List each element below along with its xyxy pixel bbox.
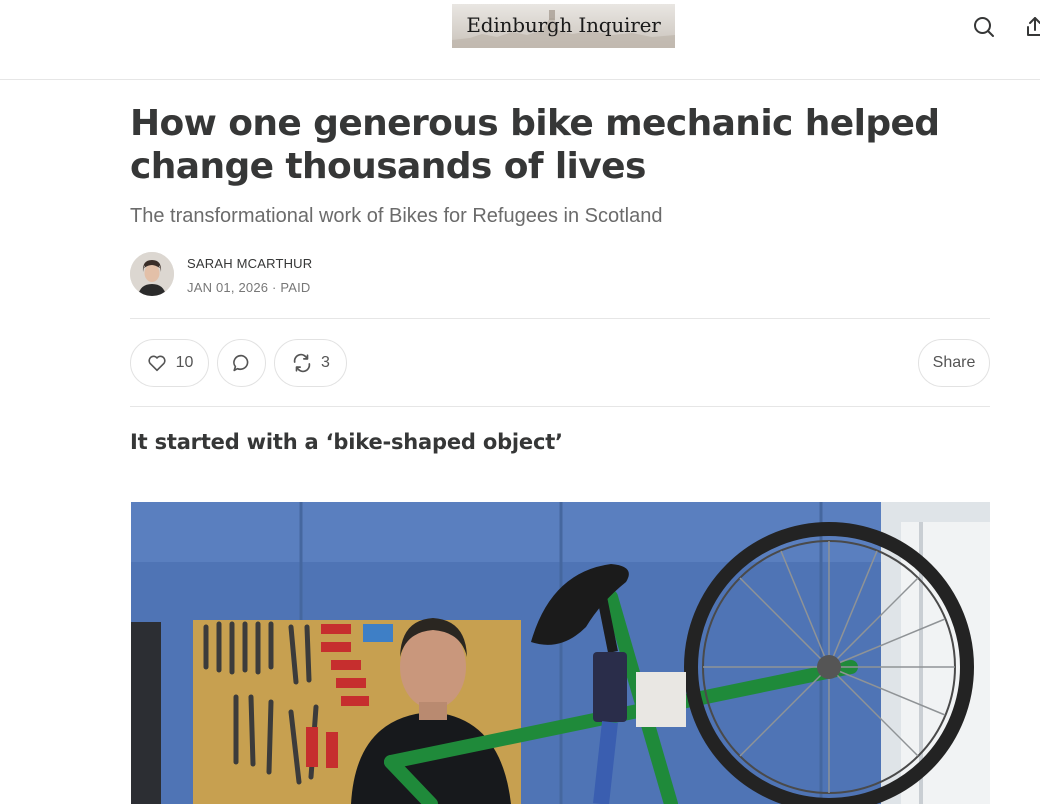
search-icon [974,17,994,37]
heart-icon [147,355,166,372]
restack-icon [293,353,311,373]
publication-logo[interactable]: Edinburgh Inquirer [452,4,675,48]
like-count: 10 [175,354,194,371]
comment-icon [232,354,248,372]
share-button[interactable]: Share [918,339,990,387]
share-top-button[interactable] [1020,12,1040,42]
divider [130,318,990,319]
article-title: How one generous bike mechanic helped ch… [130,103,940,187]
comment-button[interactable] [217,339,266,387]
article-subtitle: The transformational work of Bikes for R… [130,205,663,227]
section-heading: It started with a ‘bike-shaped object’ [130,430,563,454]
author-name[interactable]: SARAH MCARTHUR [187,256,312,271]
restack-button[interactable]: 3 [274,339,347,387]
top-bar: Edinburgh Inquirer [0,0,1040,80]
post-date-meta: JAN 01, 2026 · PAID [187,280,311,295]
author-avatar-image [130,252,174,296]
hero-image[interactable] [131,502,990,804]
restack-count: 3 [321,354,330,371]
like-button[interactable]: 10 [130,339,209,387]
author-avatar[interactable] [130,252,174,296]
share-upload-icon [1027,17,1040,36]
search-button[interactable] [969,12,999,42]
logo-text: Edinburgh Inquirer [466,13,661,37]
divider [130,406,990,407]
bike-workshop-photo [131,502,990,804]
